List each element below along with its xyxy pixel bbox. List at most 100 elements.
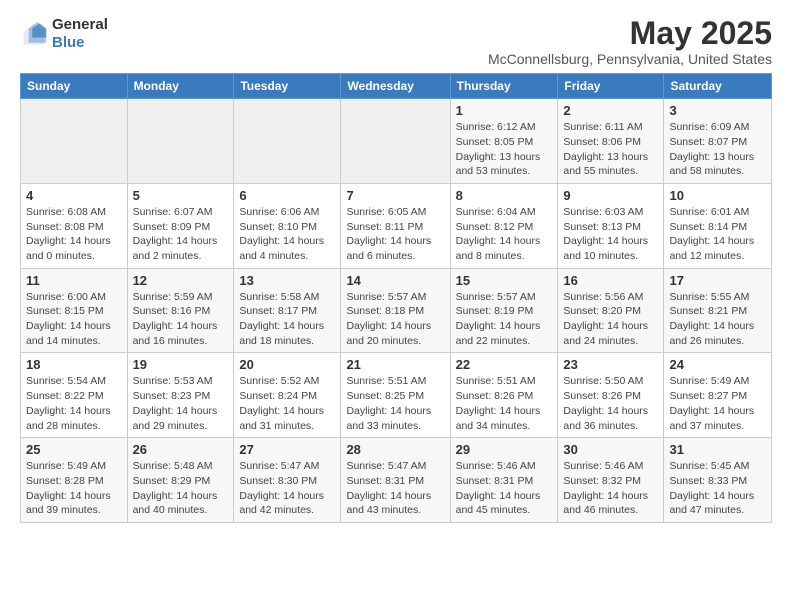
day-info: Sunrise: 5:57 AM Sunset: 8:18 PM Dayligh… (346, 290, 444, 349)
day-cell: 7 Sunrise: 6:05 AM Sunset: 8:11 PM Daylig… (341, 183, 450, 268)
day-cell: 31 Sunrise: 5:45 AM Sunset: 8:33 PM Dayli… (664, 438, 772, 523)
day-cell: 28Sunrise: 5:47 AM Sunset: 8:31 PM Dayli… (341, 438, 450, 523)
day-number: 29 (456, 442, 553, 457)
day-cell: 23 Sunrise: 5:50 AM Sunset: 8:26 PM Dayli… (558, 353, 664, 438)
day-number: 17 (669, 273, 766, 288)
day-info: Sunrise: 5:55 AM Sunset: 8:21 PM Dayligh… (669, 290, 766, 349)
day-info: Sunrise: 5:58 AM Sunset: 8:17 PM Dayligh… (239, 290, 335, 349)
day-number: 13 (239, 273, 335, 288)
day-number: 10 (669, 188, 766, 203)
day-cell (234, 99, 341, 184)
day-number: 24 (669, 357, 766, 372)
day-info: Sunrise: 5:50 AM Sunset: 8:26 PM Dayligh… (563, 374, 658, 433)
day-info: Sunrise: 5:52 AM Sunset: 8:24 PM Dayligh… (239, 374, 335, 433)
day-info: Sunrise: 5:54 AM Sunset: 8:22 PM Dayligh… (26, 374, 122, 433)
day-cell: 16 Sunrise: 5:56 AM Sunset: 8:20 PM Dayli… (558, 268, 664, 353)
day-cell: 10 Sunrise: 6:01 AM Sunset: 8:14 PM Dayli… (664, 183, 772, 268)
day-number: 16 (563, 273, 658, 288)
day-number: 3 (669, 103, 766, 118)
day-number: 8 (456, 188, 553, 203)
col-header-monday: Monday (127, 74, 234, 99)
day-cell: 9Sunrise: 6:03 AM Sunset: 8:13 PM Daylig… (558, 183, 664, 268)
day-number: 6 (239, 188, 335, 203)
day-number: 23 (563, 357, 658, 372)
main-title: May 2025 (488, 16, 772, 51)
day-number: 21 (346, 357, 444, 372)
subtitle: McConnellsburg, Pennsylvania, United Sta… (488, 51, 772, 67)
day-cell: 2Sunrise: 6:11 AM Sunset: 8:06 PM Daylig… (558, 99, 664, 184)
day-info: Sunrise: 5:51 AM Sunset: 8:26 PM Dayligh… (456, 374, 553, 433)
day-info: Sunrise: 5:56 AM Sunset: 8:20 PM Dayligh… (563, 290, 658, 349)
day-info: Sunrise: 5:51 AM Sunset: 8:25 PM Dayligh… (346, 374, 444, 433)
day-info: Sunrise: 5:45 AM Sunset: 8:33 PM Dayligh… (669, 459, 766, 518)
day-cell: 4 Sunrise: 6:08 AM Sunset: 8:08 PM Daylig… (21, 183, 128, 268)
day-info: Sunrise: 6:08 AM Sunset: 8:08 PM Dayligh… (26, 205, 122, 264)
week-row-1: 1 Sunrise: 6:12 AM Sunset: 8:05 PM Daylig… (21, 99, 772, 184)
day-number: 7 (346, 188, 444, 203)
logo-text: General Blue (52, 16, 108, 51)
day-cell: 11Sunrise: 6:00 AM Sunset: 8:15 PM Dayli… (21, 268, 128, 353)
day-number: 15 (456, 273, 553, 288)
day-info: Sunrise: 5:49 AM Sunset: 8:27 PM Dayligh… (669, 374, 766, 433)
col-header-sunday: Sunday (21, 74, 128, 99)
day-cell: 6 Sunrise: 6:06 AM Sunset: 8:10 PM Daylig… (234, 183, 341, 268)
day-number: 11 (26, 273, 122, 288)
col-header-saturday: Saturday (664, 74, 772, 99)
day-cell: 21 Sunrise: 5:51 AM Sunset: 8:25 PM Dayli… (341, 353, 450, 438)
day-cell: 17 Sunrise: 5:55 AM Sunset: 8:21 PM Dayli… (664, 268, 772, 353)
day-info: Sunrise: 6:05 AM Sunset: 8:11 PM Dayligh… (346, 205, 444, 264)
logo-icon (20, 20, 48, 48)
day-number: 26 (133, 442, 229, 457)
day-cell: 12Sunrise: 5:59 AM Sunset: 8:16 PM Dayli… (127, 268, 234, 353)
week-row-5: 25Sunrise: 5:49 AM Sunset: 8:28 PM Dayli… (21, 438, 772, 523)
day-number: 12 (133, 273, 229, 288)
logo-general: General (52, 16, 108, 33)
day-number: 2 (563, 103, 658, 118)
day-info: Sunrise: 6:09 AM Sunset: 8:07 PM Dayligh… (669, 120, 766, 179)
title-block: May 2025 McConnellsburg, Pennsylvania, U… (488, 16, 772, 67)
logo-blue: Blue (52, 34, 85, 51)
day-cell: 1 Sunrise: 6:12 AM Sunset: 8:05 PM Daylig… (450, 99, 558, 184)
day-info: Sunrise: 6:04 AM Sunset: 8:12 PM Dayligh… (456, 205, 553, 264)
day-number: 31 (669, 442, 766, 457)
col-header-tuesday: Tuesday (234, 74, 341, 99)
day-info: Sunrise: 6:07 AM Sunset: 8:09 PM Dayligh… (133, 205, 229, 264)
week-row-2: 4 Sunrise: 6:08 AM Sunset: 8:08 PM Daylig… (21, 183, 772, 268)
col-header-friday: Friday (558, 74, 664, 99)
day-number: 18 (26, 357, 122, 372)
day-cell: 13 Sunrise: 5:58 AM Sunset: 8:17 PM Dayli… (234, 268, 341, 353)
day-number: 1 (456, 103, 553, 118)
day-number: 22 (456, 357, 553, 372)
header: General Blue May 2025 McConnellsburg, Pe… (20, 16, 772, 67)
day-number: 4 (26, 188, 122, 203)
day-info: Sunrise: 6:12 AM Sunset: 8:05 PM Dayligh… (456, 120, 553, 179)
day-cell: 25Sunrise: 5:49 AM Sunset: 8:28 PM Dayli… (21, 438, 128, 523)
day-cell: 24 Sunrise: 5:49 AM Sunset: 8:27 PM Dayli… (664, 353, 772, 438)
logo: General Blue (20, 16, 108, 51)
day-cell: 3 Sunrise: 6:09 AM Sunset: 8:07 PM Daylig… (664, 99, 772, 184)
day-cell: 27Sunrise: 5:47 AM Sunset: 8:30 PM Dayli… (234, 438, 341, 523)
day-cell (341, 99, 450, 184)
week-row-4: 18 Sunrise: 5:54 AM Sunset: 8:22 PM Dayli… (21, 353, 772, 438)
week-row-3: 11Sunrise: 6:00 AM Sunset: 8:15 PM Dayli… (21, 268, 772, 353)
day-cell (21, 99, 128, 184)
day-info: Sunrise: 6:01 AM Sunset: 8:14 PM Dayligh… (669, 205, 766, 264)
day-number: 28 (346, 442, 444, 457)
day-cell: 8 Sunrise: 6:04 AM Sunset: 8:12 PM Daylig… (450, 183, 558, 268)
day-cell: 29 Sunrise: 5:46 AM Sunset: 8:31 PM Dayli… (450, 438, 558, 523)
day-cell (127, 99, 234, 184)
col-header-wednesday: Wednesday (341, 74, 450, 99)
day-cell: 18 Sunrise: 5:54 AM Sunset: 8:22 PM Dayli… (21, 353, 128, 438)
day-info: Sunrise: 5:46 AM Sunset: 8:31 PM Dayligh… (456, 459, 553, 518)
day-cell: 22 Sunrise: 5:51 AM Sunset: 8:26 PM Dayli… (450, 353, 558, 438)
day-number: 5 (133, 188, 229, 203)
col-header-thursday: Thursday (450, 74, 558, 99)
calendar-table: SundayMondayTuesdayWednesdayThursdayFrid… (20, 73, 772, 523)
day-cell: 14Sunrise: 5:57 AM Sunset: 8:18 PM Dayli… (341, 268, 450, 353)
day-number: 27 (239, 442, 335, 457)
day-cell: 5 Sunrise: 6:07 AM Sunset: 8:09 PM Daylig… (127, 183, 234, 268)
day-number: 9 (563, 188, 658, 203)
day-info: Sunrise: 5:53 AM Sunset: 8:23 PM Dayligh… (133, 374, 229, 433)
day-info: Sunrise: 6:06 AM Sunset: 8:10 PM Dayligh… (239, 205, 335, 264)
day-cell: 26Sunrise: 5:48 AM Sunset: 8:29 PM Dayli… (127, 438, 234, 523)
